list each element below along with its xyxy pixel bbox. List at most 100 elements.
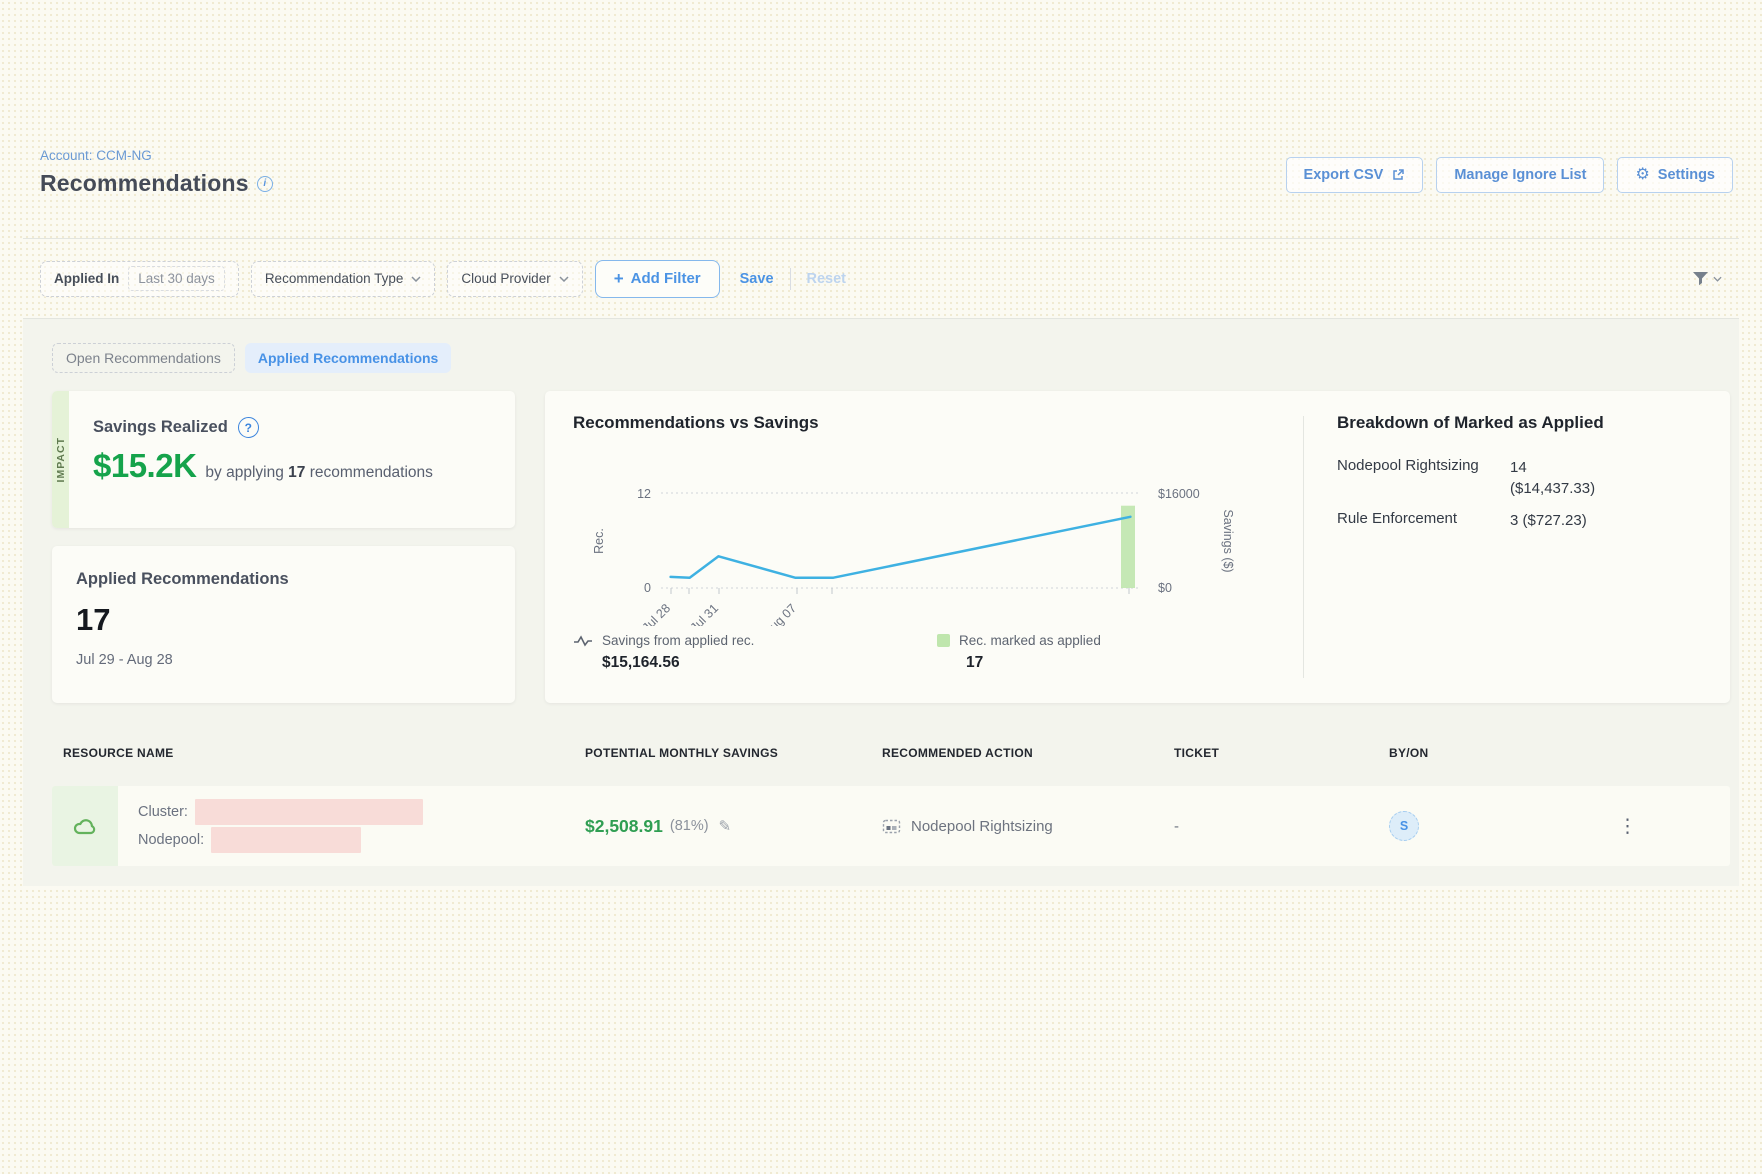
y-left-tick-top: 12 — [637, 487, 651, 501]
manage-ignore-list-button[interactable]: Manage Ignore List — [1436, 157, 1604, 193]
savings-percentage: (81%) — [670, 818, 709, 834]
chart-pane: Recommendations vs Savings 12 0 Rec. $16… — [545, 391, 1303, 703]
export-csv-button[interactable]: Export CSV — [1286, 157, 1424, 193]
chart-legend: Savings from applied rec. $15,164.56 Rec… — [573, 633, 1303, 672]
manage-ignore-list-label: Manage Ignore List — [1454, 167, 1586, 183]
kebab-menu-icon[interactable]: ⋮ — [1618, 817, 1637, 836]
redacted-nodepool-name — [211, 827, 361, 853]
plus-icon: + — [614, 270, 624, 287]
filter-applied-in-label: Applied In — [54, 271, 119, 286]
filter-applied-in[interactable]: Applied In Last 30 days — [40, 261, 239, 297]
gear-icon: ⚙ — [1635, 167, 1649, 183]
reset-filter-button[interactable]: Reset — [807, 271, 847, 287]
avatar[interactable]: S — [1389, 811, 1419, 841]
legend-applied-value: 17 — [966, 654, 1301, 672]
y-left-tick-bottom: 0 — [644, 581, 651, 595]
savings-amount: $2,508.91 — [585, 816, 663, 837]
y-right-tick-top: $16000 — [1158, 487, 1200, 501]
applied-count: 17 — [76, 602, 515, 638]
y-right-axis-label: Savings ($) — [1221, 509, 1235, 572]
filter-recommendation-type[interactable]: Recommendation Type — [251, 261, 436, 297]
recommended-action-label: Nodepool Rightsizing — [911, 818, 1053, 835]
resource-name-cell: Cluster: Nodepool: — [52, 786, 522, 866]
column-header-ticket: TICKET — [1152, 746, 1322, 766]
summary-cards: IMPACT Savings Realized ? $15.2K by appl… — [52, 391, 1730, 703]
header-left: Account: CCM-NG Recommendations i — [40, 148, 273, 238]
cloud-provider-badge — [52, 786, 118, 866]
question-icon[interactable]: ? — [238, 417, 259, 438]
y-left-axis-label: Rec. — [592, 528, 606, 554]
redacted-cluster-name — [195, 799, 423, 825]
settings-label: Settings — [1658, 167, 1715, 183]
chevron-down-icon — [559, 276, 569, 282]
legend-item-applied[interactable]: Rec. marked as applied 17 — [937, 633, 1301, 672]
recommended-action-cell: Nodepool Rightsizing — [852, 786, 1152, 866]
page-header: Account: CCM-NG Recommendations i Export… — [23, 148, 1739, 238]
legend-applied-label: Rec. marked as applied — [959, 633, 1101, 648]
column-header-resource-name: RESOURCE NAME — [52, 746, 522, 766]
chevron-down-icon — [411, 276, 421, 282]
impact-label: IMPACT — [55, 437, 67, 482]
savings-realized-card: IMPACT Savings Realized ? $15.2K by appl… — [52, 391, 515, 528]
add-filter-button[interactable]: + Add Filter — [595, 260, 720, 298]
row-menu-cell: ⋮ — [1602, 786, 1730, 866]
legend-savings-value: $15,164.56 — [602, 654, 937, 672]
export-csv-label: Export CSV — [1304, 167, 1384, 183]
filter-applied-in-value[interactable]: Last 30 days — [128, 266, 225, 291]
column-header-recommended-action: RECOMMENDED ACTION — [852, 746, 1152, 766]
page-title: Recommendations — [40, 170, 249, 197]
nodepool-icon — [882, 817, 901, 836]
cloud-icon — [72, 815, 98, 837]
y-right-tick-bottom: $0 — [1158, 581, 1172, 595]
cluster-label: Cluster: — [138, 804, 188, 820]
settings-button[interactable]: ⚙ Settings — [1617, 157, 1733, 193]
legend-savings-label: Savings from applied rec. — [602, 633, 754, 648]
save-filter-button[interactable]: Save — [740, 271, 774, 287]
breakdown-row: Rule Enforcement 3 ($727.23) — [1337, 510, 1730, 531]
chart-title: Recommendations vs Savings — [573, 413, 1303, 433]
filter-panel-toggle[interactable] — [1692, 271, 1722, 286]
add-filter-label: Add Filter — [631, 270, 701, 287]
column-header-potential-monthly-savings: POTENTIAL MONTHLY SAVINGS — [522, 746, 852, 766]
impact-strip: IMPACT — [52, 391, 69, 528]
filter-recommendation-type-label: Recommendation Type — [265, 271, 404, 286]
savings-realized-title: Savings Realized — [93, 418, 228, 437]
tab-applied-recommendations[interactable]: Applied Recommendations — [245, 343, 451, 373]
info-icon[interactable]: i — [257, 176, 273, 192]
filter-cloud-provider-label: Cloud Provider — [461, 271, 550, 286]
edit-icon[interactable]: ✎ — [719, 817, 732, 835]
filter-bar: Applied In Last 30 days Recommendation T… — [23, 239, 1739, 318]
breakdown-title: Breakdown of Marked as Applied — [1337, 413, 1730, 433]
savings-realized-description: by applying 17 recommendations — [205, 464, 433, 482]
chart-line — [671, 517, 1131, 578]
recommendations-page: Account: CCM-NG Recommendations i Export… — [23, 0, 1739, 886]
legend-item-savings[interactable]: Savings from applied rec. $15,164.56 — [573, 633, 937, 672]
applied-date-range: Jul 29 - Aug 28 — [76, 652, 515, 668]
chevron-down-icon — [1713, 276, 1722, 282]
breakdown-panel: Breakdown of Marked as Applied Nodepool … — [1304, 391, 1730, 703]
applied-recommendations-card: Applied Recommendations 17 Jul 29 - Aug … — [52, 546, 515, 703]
column-header-by-on: BY/ON — [1322, 746, 1602, 766]
recommendations-tabs: Open Recommendations Applied Recommendat… — [52, 343, 1730, 373]
savings-realized-amount: $15.2K — [93, 447, 196, 485]
nodepool-label: Nodepool: — [138, 832, 204, 848]
legend-bar-swatch — [937, 634, 950, 647]
potential-savings-cell: $2,508.91 (81%) ✎ — [522, 786, 852, 866]
breakdown-row: Nodepool Rightsizing 14 ($14,437.33) — [1337, 457, 1730, 499]
savings-chart-svg: 12 0 Rec. $16000 $0 Savings ($) — [573, 441, 1243, 626]
table-header: RESOURCE NAME POTENTIAL MONTHLY SAVINGS … — [52, 746, 1730, 766]
filter-cloud-provider[interactable]: Cloud Provider — [447, 261, 582, 297]
header-actions: Export CSV Manage Ignore List ⚙ Settings — [1286, 157, 1733, 238]
ticket-cell: - — [1152, 786, 1322, 866]
filter-separator — [790, 268, 791, 290]
x-axis-ticks — [671, 588, 1129, 594]
x-tick-label: Jul 28 — [640, 601, 674, 626]
pulse-icon — [573, 634, 593, 648]
tab-open-recommendations[interactable]: Open Recommendations — [52, 343, 235, 373]
funnel-icon — [1692, 271, 1709, 286]
x-tick-label: Jul 31 — [688, 601, 722, 626]
breadcrumb-account[interactable]: Account: CCM-NG — [40, 148, 273, 163]
by-on-cell: S — [1322, 786, 1602, 866]
table-row[interactable]: Cluster: Nodepool: $2,508.91 (81%) ✎ — [52, 786, 1730, 866]
applied-card-title: Applied Recommendations — [76, 570, 515, 589]
